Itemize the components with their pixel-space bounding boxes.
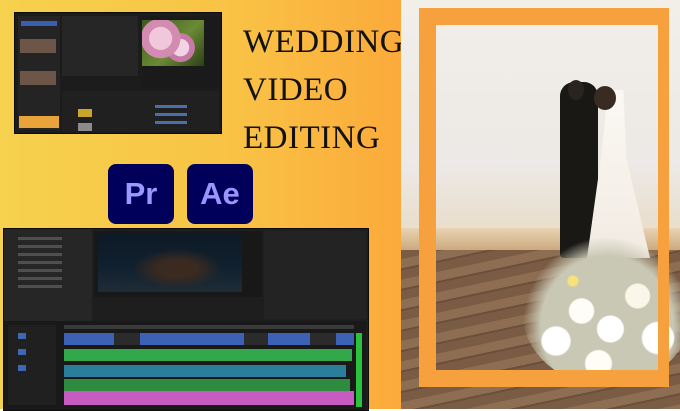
media-thumbnail xyxy=(78,109,92,117)
timeline-clip xyxy=(155,121,187,124)
music-track xyxy=(64,391,354,405)
panel-accent xyxy=(19,116,59,128)
audio-track xyxy=(64,365,346,377)
bin-row xyxy=(18,285,62,288)
source-panel xyxy=(62,16,138,76)
orange-photo-frame xyxy=(419,8,669,387)
audio-track xyxy=(64,379,350,391)
timeline-ruler xyxy=(64,325,354,329)
media-thumbnail xyxy=(20,71,56,85)
flower-preview-image xyxy=(142,20,204,66)
track-headers xyxy=(8,325,56,405)
timeline-clip xyxy=(155,105,187,108)
track-toggle xyxy=(18,349,26,355)
title-line-1: WEDDING xyxy=(243,24,405,60)
track-toggle xyxy=(18,333,26,339)
title-line-3: EDITING xyxy=(243,120,381,156)
after-effects-label: Ae xyxy=(200,176,240,211)
media-thumbnail xyxy=(20,39,56,53)
bin-row xyxy=(18,253,62,256)
after-effects-icon: Ae xyxy=(187,164,253,224)
track-toggle xyxy=(18,365,26,371)
premiere-pro-label: Pr xyxy=(124,176,158,211)
effect-controls-panel xyxy=(264,231,366,319)
premiere-pro-icon: Pr xyxy=(108,164,174,224)
bin-row xyxy=(18,261,62,264)
title-line-2: VIDEO xyxy=(243,72,349,108)
media-thumbnail xyxy=(78,123,92,131)
panel-highlight xyxy=(21,21,57,26)
bin-row xyxy=(18,277,62,280)
project-panel xyxy=(4,229,92,321)
video-clip xyxy=(310,333,336,345)
bin-row xyxy=(18,237,62,240)
editor-screenshot-bottom xyxy=(3,228,369,411)
bin-row xyxy=(18,269,62,272)
video-clip xyxy=(114,333,140,345)
video-clip xyxy=(244,333,268,345)
audio-meter xyxy=(356,333,362,407)
timeline-clip xyxy=(155,113,187,116)
night-scene-preview xyxy=(98,234,242,292)
bin-row xyxy=(18,245,62,248)
audio-track xyxy=(64,349,352,361)
